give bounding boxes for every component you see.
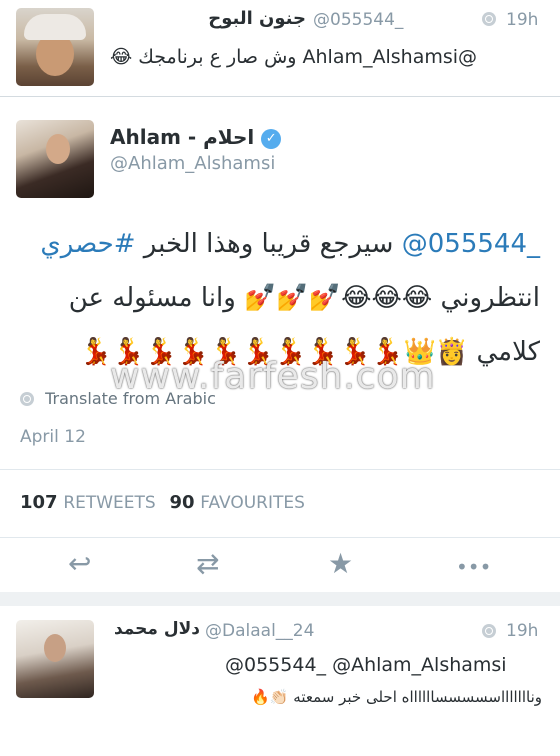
main-tweet: Ahlam - احلام ✓ @Ahlam_Alshamsi @055544_… — [0, 97, 560, 597]
more-icon[interactable]: ••• — [456, 555, 491, 579]
reply-icon[interactable]: ↩ — [68, 547, 91, 580]
tweet-time: 19h — [506, 10, 539, 30]
tweet-text-line2: وناااااااسسسسسااااااه احلى خبر سمعته 👏🏻🔥 — [251, 688, 542, 706]
tweet-text-line1: @055544_ سيرجع قريبا وهذا الخبر #حصري — [20, 221, 540, 267]
globe-icon — [20, 392, 34, 406]
divider — [0, 469, 560, 470]
avatar[interactable] — [16, 8, 94, 86]
reply-tweet[interactable]: 19h @Dalaal__24 دلال محمد @055544_ @Ahla… — [0, 606, 560, 756]
favourites-label[interactable]: FAVOURITES — [200, 493, 305, 513]
tweet-text-line2: انتظروني 😂😂😂💅💅💅 وانا مسئوله عن — [68, 283, 540, 313]
avatar[interactable] — [16, 620, 94, 698]
tweet-handle[interactable]: @Dalaal__24 — [205, 621, 314, 641]
divider — [0, 537, 560, 538]
tweet-stats: 107 RETWEETS 90 FAVOURITES — [20, 492, 305, 513]
mention[interactable]: @055544_ — [402, 229, 540, 259]
tweet-handle[interactable]: @055544_ — [313, 10, 403, 30]
favorite-icon[interactable]: ★ — [328, 547, 353, 580]
display-name[interactable]: Ahlam - احلام — [110, 125, 254, 149]
globe-icon — [482, 624, 496, 638]
tweet-time: 19h — [506, 621, 539, 641]
favourites-count[interactable]: 90 — [169, 492, 194, 513]
tweet-display-name[interactable]: دلال محمد — [100, 619, 200, 639]
user-handle[interactable]: @Ahlam_Alshamsi — [110, 153, 275, 174]
verified-icon: ✓ — [261, 129, 282, 149]
retweet-icon[interactable]: ⇄ — [196, 547, 219, 580]
tweet-date: April 12 — [20, 427, 86, 447]
watermark: www.farfesh.com — [110, 356, 436, 397]
tweet-text: سيرجع قريبا وهذا الخبر — [135, 229, 402, 259]
tweet-text-line1: @055544_ @Ahlam_Alshamsi — [225, 654, 507, 676]
globe-icon — [482, 12, 496, 26]
separator — [0, 592, 560, 606]
retweets-count[interactable]: 107 — [20, 492, 58, 513]
top-tweet[interactable]: 19h @055544_ جنون البوح @Ahlam_Alshamsi … — [0, 0, 560, 97]
tweet-display-name[interactable]: جنون البوح — [200, 8, 306, 29]
tweet-text: @Ahlam_Alshamsi وش صار ع برنامجك 😂 — [110, 46, 478, 68]
avatar[interactable] — [16, 120, 94, 198]
hashtag[interactable]: #حصري — [40, 229, 135, 259]
user-name-row[interactable]: Ahlam - احلام ✓ — [110, 125, 282, 149]
retweets-label[interactable]: RETWEETS — [63, 493, 155, 513]
